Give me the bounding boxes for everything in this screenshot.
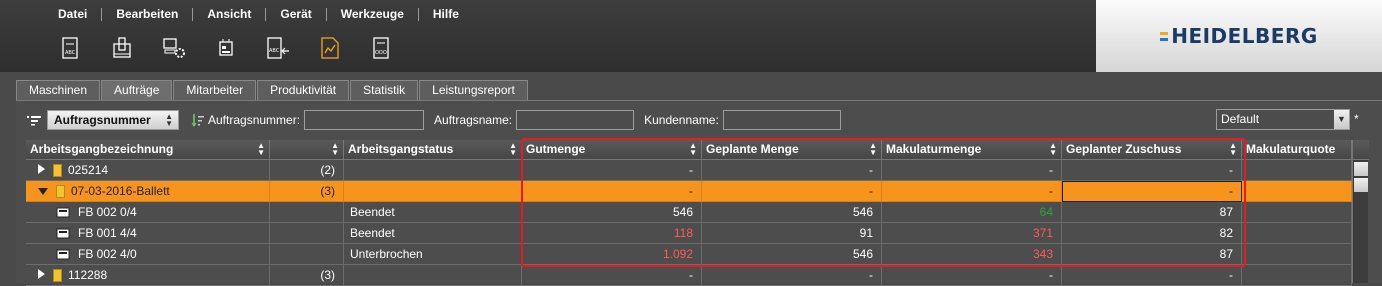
scroll-thumb[interactable] [1354, 178, 1368, 192]
expand-icon[interactable] [38, 164, 45, 174]
sort-arrows-icon: ▲ ▼ [257, 141, 265, 157]
menu-datei[interactable]: Datei [44, 5, 101, 23]
view-preset-select[interactable]: Default ▼ [1216, 109, 1350, 130]
table-row[interactable]: FB 002 4/0 Unterbrochen 1.092 546 343 87 [26, 244, 1352, 265]
svg-text:OOO: OOO [375, 50, 387, 56]
toolbar: ABC ABC OOO [54, 33, 418, 63]
folder-icon [53, 164, 62, 178]
column-chooser-icon[interactable] [1353, 140, 1369, 160]
tab-auftraege[interactable]: Aufträge [101, 80, 173, 100]
table-row[interactable]: 025214 (2) - - - - [26, 160, 1352, 181]
orders-table: Arbeitsgangbezeichnung ▲ ▼ ▲ ▼ Arbeitsgangs… [26, 140, 1368, 286]
sort-arrows-icon: ▲ ▼ [869, 141, 877, 157]
sort-order-icon[interactable] [26, 114, 42, 126]
print-job-icon [56, 228, 70, 239]
scroll-up-button[interactable] [1354, 162, 1368, 176]
brand-logo: HEIDELBERG [1096, 0, 1382, 72]
computer-settings-icon[interactable] [158, 33, 190, 63]
expand-icon[interactable] [38, 269, 45, 279]
tab-statistik[interactable]: Statistik [350, 80, 419, 100]
order-number-input[interactable] [304, 110, 425, 130]
table-row-selected[interactable]: 07-03-2016-Ballett (3) - - - - [26, 181, 1352, 202]
sort-field-value: Auftragsnummer [54, 113, 151, 127]
menu-bearbeiten[interactable]: Bearbeiten [102, 5, 192, 23]
column-header-makulaturmenge[interactable]: Makulaturmenge ▲ ▼ [882, 140, 1062, 160]
sort-arrows-icon: ▲ ▼ [509, 141, 517, 157]
chevron-down-icon[interactable]: ▼ [1334, 110, 1349, 129]
vertical-scrollbar[interactable] [1352, 140, 1369, 283]
spinner-arrows-icon: ▲ ▼ [165, 112, 173, 128]
tab-maschinen[interactable]: Maschinen [16, 80, 101, 100]
menu-hilfe[interactable]: Hilfe [419, 5, 473, 23]
sort-arrows-icon: ▲ ▼ [331, 141, 339, 157]
sort-arrows-icon: ▲ ▼ [1049, 141, 1057, 157]
folder-icon [53, 269, 62, 283]
text-export-icon[interactable]: ABC [262, 33, 294, 63]
svg-text:ABC: ABC [269, 48, 280, 54]
column-header-count[interactable]: ▲ ▼ [270, 140, 344, 160]
menu-werkzeuge[interactable]: Werkzeuge [327, 5, 418, 23]
sort-field-select[interactable]: Auftragsnummer ▲ ▼ [47, 110, 179, 130]
column-header-arbeitsgangstatus[interactable]: Arbeitsgangstatus ▲ ▼ [344, 140, 522, 160]
focused-cell[interactable]: - [1062, 181, 1242, 202]
customer-name-label: Kundenname: [644, 113, 719, 127]
menu-ansicht[interactable]: Ansicht [193, 5, 265, 23]
view-preset-value: Default [1221, 112, 1260, 126]
modified-indicator: * [1354, 112, 1359, 126]
order-name-input[interactable] [516, 110, 635, 130]
sort-arrows-icon: ▲ ▼ [689, 141, 697, 157]
tab-mitarbeiter[interactable]: Mitarbeiter [173, 80, 257, 100]
tab-bar: Maschinen Aufträge Mitarbeiter Produktiv… [16, 80, 529, 100]
printer-columns-icon[interactable] [106, 33, 138, 63]
order-number-label: Auftragsnummer: [208, 113, 301, 127]
filter-sort-icon[interactable] [191, 113, 205, 127]
brand-name: HEIDELBERG [1171, 24, 1318, 48]
column-header-gutmenge[interactable]: Gutmenge ▲ ▼ [522, 140, 702, 160]
tab-leistungsreport[interactable]: Leistungsreport [419, 80, 528, 100]
customer-name-input[interactable] [722, 110, 841, 130]
document-ooo-icon[interactable]: OOO [366, 33, 398, 63]
logo-mark-icon [1160, 31, 1170, 41]
menu-geraet[interactable]: Gerät [266, 5, 325, 23]
filter-bar: Auftragsnummer ▲ ▼ Auftragsnummer: Auftra… [26, 110, 841, 130]
top-bar: Datei Bearbeiten Ansicht Gerät Werkzeuge… [0, 0, 1382, 72]
column-header-makulaturquote[interactable]: Makulaturquote [1242, 140, 1352, 160]
text-document-icon[interactable]: ABC [54, 33, 86, 63]
order-name-label: Auftragsname: [434, 113, 513, 127]
svg-text:ABC: ABC [65, 50, 76, 56]
table-row[interactable]: FB 002 0/4 Beendet 546 546 64 87 [26, 202, 1352, 223]
tab-produktivitaet[interactable]: Produktivität [257, 80, 350, 100]
column-header-geplanter-zuschuss[interactable]: Geplanter Zuschuss ▲ ▼ [1062, 140, 1242, 160]
column-header-arbeitsgangbezeichnung[interactable]: Arbeitsgangbezeichnung ▲ ▼ [26, 140, 270, 160]
print-job-icon [56, 207, 70, 218]
print-job-icon [56, 249, 70, 260]
folder-icon [56, 185, 65, 199]
sort-arrows-icon: ▲ ▼ [1229, 141, 1237, 157]
collapse-icon[interactable] [38, 188, 48, 195]
table-row[interactable]: FB 001 4/4 Beendet 118 91 371 82 [26, 223, 1352, 244]
column-header-geplante-menge[interactable]: Geplante Menge ▲ ▼ [702, 140, 882, 160]
chart-document-icon[interactable] [314, 33, 346, 63]
device-settings-icon[interactable] [210, 33, 242, 63]
menu-bar: Datei Bearbeiten Ansicht Gerät Werkzeuge… [44, 5, 473, 23]
